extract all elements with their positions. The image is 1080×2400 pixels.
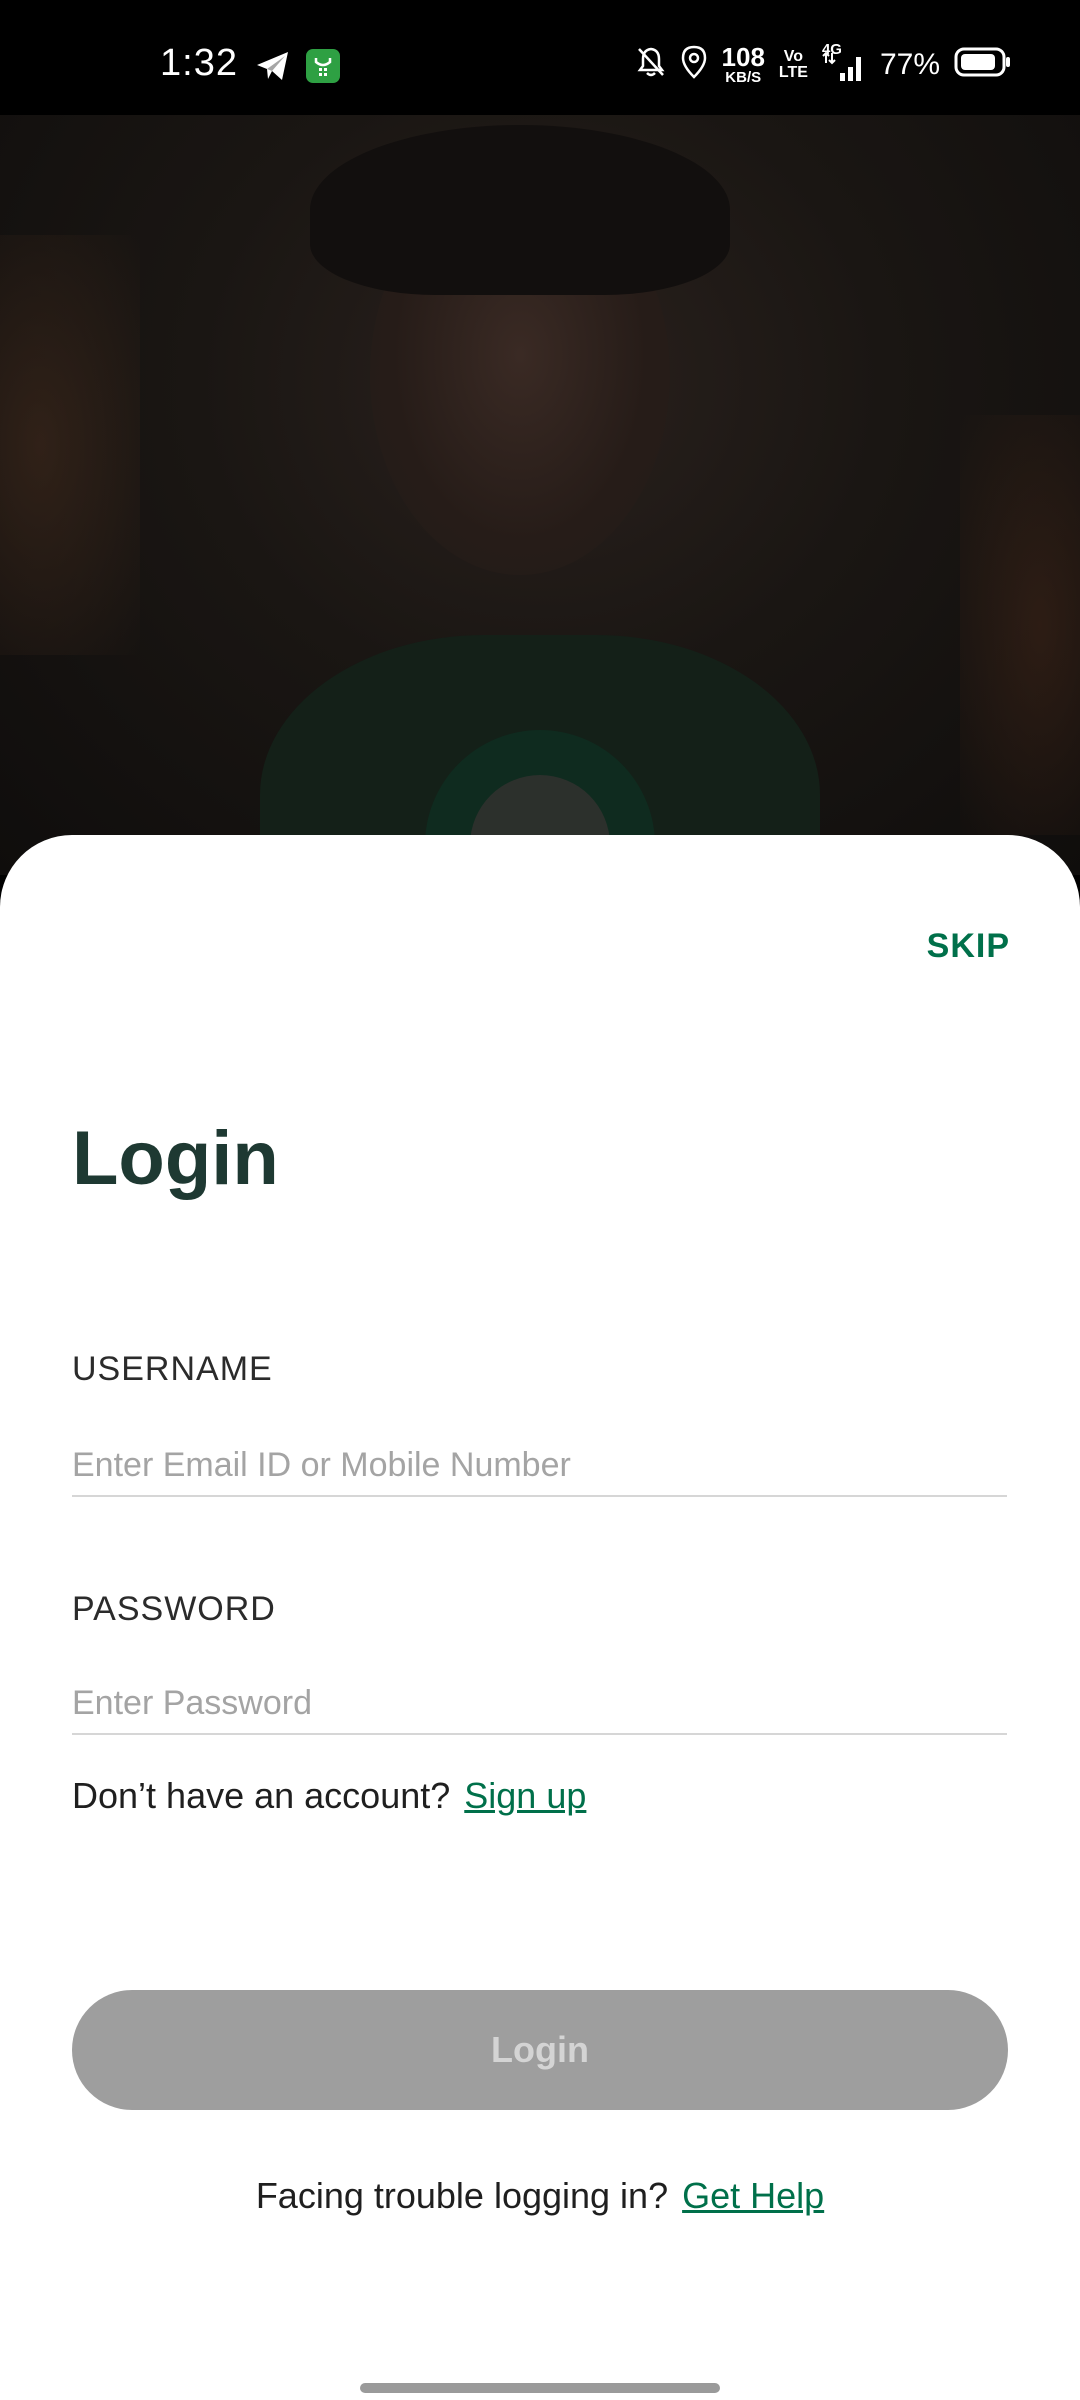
location-icon (680, 45, 708, 84)
password-input[interactable] (72, 1673, 1007, 1735)
login-button[interactable]: Login (72, 1990, 1008, 2110)
signup-prompt: Don’t have an account? (72, 1775, 451, 1816)
volte-top: Vo (783, 47, 804, 65)
status-time: 1:32 (160, 42, 238, 84)
network-speed: 108 KB/S (722, 44, 765, 85)
home-indicator[interactable] (360, 2383, 720, 2393)
login-sheet: SKIP Login USERNAME PASSWORD Don’t have … (0, 835, 1080, 2400)
get-help-link[interactable]: Get Help (682, 2175, 824, 2216)
skip-button[interactable]: SKIP (927, 927, 1010, 966)
page-title: Login (72, 1116, 279, 1201)
network-speed-value: 108 (721, 42, 765, 72)
status-left-icons (255, 48, 341, 89)
help-row: Facing trouble logging in? Get Help (0, 2175, 1080, 2217)
barista-photo-image (0, 115, 1080, 875)
battery-percent: 77% (879, 47, 940, 81)
volte-indicator: Vo LTE (778, 47, 808, 81)
network-speed-unit: KB/S (725, 69, 762, 86)
hero-light-right (960, 415, 1080, 835)
signup-row: Don’t have an account? Sign up (72, 1775, 586, 1817)
hero-cap (310, 125, 730, 295)
app-notification-icon (305, 48, 341, 89)
password-label: PASSWORD (72, 1590, 276, 1628)
help-prompt: Facing trouble logging in? (255, 2175, 669, 2216)
telegram-icon (255, 50, 291, 87)
username-label: USERNAME (72, 1350, 273, 1388)
network-type: 4G (821, 40, 842, 58)
bell-off-icon (636, 46, 666, 83)
status-right-icons: 108 KB/S Vo LTE 4G 77% (636, 41, 1012, 85)
username-input[interactable] (72, 1435, 1007, 1497)
login-screen: 1:32 108 KB/S Vo LTE 4G 77% SKIP Login U… (0, 0, 1080, 2400)
hero-light-left (0, 235, 140, 655)
volte-bottom: LTE (778, 63, 808, 81)
battery-icon (954, 47, 1012, 82)
status-bar: 1:32 108 KB/S Vo LTE 4G 77% (0, 0, 1080, 115)
signup-link[interactable]: Sign up (464, 1775, 586, 1816)
signal-icon: 4G (822, 41, 866, 83)
